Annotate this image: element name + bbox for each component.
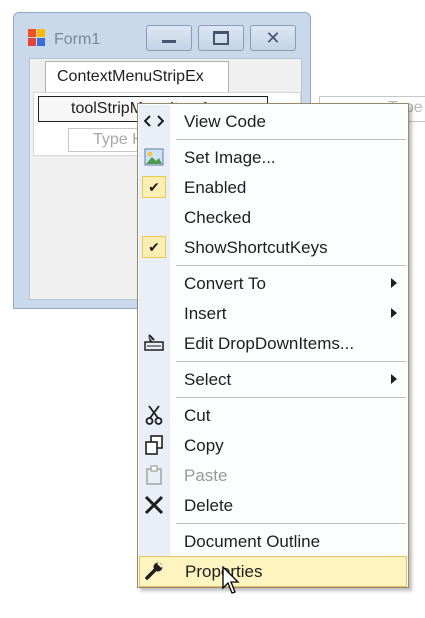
- menu-item-show-shortcut-keys[interactable]: ✔ ShowShortcutKeys: [139, 233, 407, 262]
- menu-item-label: Select: [184, 370, 232, 389]
- menu-item-label: Copy: [184, 436, 224, 455]
- code-icon: [142, 110, 166, 132]
- menu-item-edit-dropdown-items[interactable]: Edit DropDownItems...: [139, 329, 407, 358]
- edit-items-icon: [142, 332, 166, 354]
- menu-separator: [176, 523, 406, 524]
- context-menu: View Code Set Image... ✔ Enabled Checked…: [137, 103, 409, 588]
- maximize-icon: [213, 31, 229, 45]
- menu-item-select[interactable]: Select: [139, 365, 407, 394]
- close-button[interactable]: ✕: [250, 25, 296, 51]
- delete-icon: [142, 494, 166, 516]
- menu-item-enabled[interactable]: ✔ Enabled: [139, 173, 407, 202]
- minimize-icon: [162, 39, 176, 43]
- menu-item-checked[interactable]: Checked: [139, 203, 407, 232]
- menu-item-label: Document Outline: [184, 532, 321, 551]
- form-app-icon: [28, 29, 46, 47]
- submenu-arrow-icon: [391, 374, 397, 384]
- menu-separator: [176, 397, 406, 398]
- checkmark-icon: ✔: [142, 176, 166, 198]
- menu-item-copy[interactable]: Copy: [139, 431, 407, 460]
- close-icon: ✕: [265, 28, 281, 48]
- wrench-icon: [143, 560, 167, 582]
- menu-item-label: Paste: [184, 466, 228, 485]
- menu-separator: [176, 139, 406, 140]
- menu-item-label: Enabled: [184, 178, 247, 197]
- menu-item-label: Delete: [184, 496, 234, 515]
- menu-item-convert-to[interactable]: Convert To: [139, 269, 407, 298]
- menu-item-label: Edit DropDownItems...: [184, 334, 355, 353]
- menu-item-label: Set Image...: [184, 148, 276, 167]
- window-title: Form1: [54, 31, 101, 48]
- menu-item-set-image[interactable]: Set Image...: [139, 143, 407, 172]
- menu-item-label: ShowShortcutKeys: [184, 238, 328, 257]
- menu-item-delete[interactable]: Delete: [139, 491, 407, 520]
- submenu-arrow-icon: [391, 278, 397, 288]
- menu-item-label: View Code: [184, 112, 266, 131]
- menu-item-paste[interactable]: Paste: [139, 461, 407, 490]
- menu-item-insert[interactable]: Insert: [139, 299, 407, 328]
- menu-separator: [176, 265, 406, 266]
- menu-item-properties[interactable]: Properties: [139, 556, 407, 587]
- mouse-cursor-icon: [222, 566, 240, 594]
- menu-item-label: Insert: [184, 304, 227, 323]
- submenu-arrow-icon: [391, 308, 397, 318]
- context-menu-strip-tab[interactable]: ContextMenuStripEx: [45, 61, 229, 93]
- menu-item-label: Convert To: [184, 274, 266, 293]
- image-icon: [142, 146, 166, 168]
- menu-item-view-code[interactable]: View Code: [139, 107, 407, 136]
- menu-separator: [176, 361, 406, 362]
- menu-item-label: Checked: [184, 208, 252, 227]
- menu-item-cut[interactable]: Cut: [139, 401, 407, 430]
- maximize-button[interactable]: [198, 25, 244, 51]
- minimize-button[interactable]: [146, 25, 192, 51]
- scissors-icon: [142, 404, 166, 426]
- menu-item-document-outline[interactable]: Document Outline: [139, 527, 407, 556]
- paste-icon: [142, 464, 166, 486]
- copy-icon: [142, 434, 166, 456]
- checkmark-icon: ✔: [142, 236, 166, 258]
- menu-item-label: Cut: [184, 406, 211, 425]
